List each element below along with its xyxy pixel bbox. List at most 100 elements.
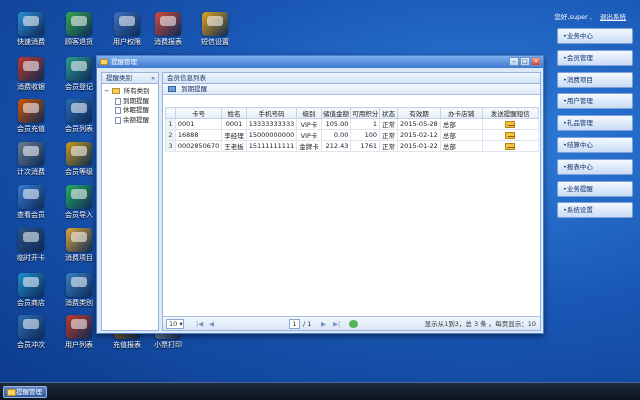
cell-shop: 总部 (439, 118, 483, 130)
grid-icon (168, 86, 176, 92)
tree-child-item[interactable]: 到期提醒 (104, 97, 156, 107)
first-page-button[interactable]: |◀ (196, 317, 203, 331)
column-header[interactable]: 状态 (379, 107, 399, 119)
cell-card: 16888 (174, 129, 223, 141)
right-menu-item[interactable]: •业务中心 (557, 28, 633, 44)
desktop-icon-label: 用户列表 (65, 341, 93, 349)
desktop-icon-label: 查看会员 (17, 211, 45, 219)
desktop-icon-label: 小票打印 (154, 341, 182, 349)
document-icon (115, 116, 121, 124)
column-header[interactable]: 卡号 (174, 107, 223, 119)
row-number: 3 (165, 140, 176, 152)
column-header[interactable]: 姓名 (221, 107, 247, 119)
right-menu-item[interactable]: •系统设置 (557, 202, 633, 219)
cell-shop: 总部 (439, 129, 483, 141)
desktop-icon-item[interactable]: 查看会员 (8, 185, 54, 220)
prev-page-button[interactable]: ◀ (209, 317, 214, 331)
right-menu: •业务中心 •会员管理 •消费项目 •用户管理 •礼品管理 •结算中心 •报表中心 •业务提醒… (557, 28, 633, 224)
minimize-button[interactable]: – (509, 57, 519, 66)
right-menu-item[interactable]: •消费项目 (557, 71, 633, 88)
send-sms-envelope-icon[interactable] (505, 131, 516, 139)
desktop-icon-item[interactable]: 顾客退货 (56, 12, 102, 47)
desktop-icon-item[interactable]: 会员冲次 (8, 315, 54, 350)
app-icon (18, 273, 44, 297)
table-row[interactable]: 1 0001 0001 13333333333 VIP卡 105.00 1 正常 2015-05… (165, 118, 539, 130)
logout-link[interactable]: 退出系统 (600, 13, 626, 21)
column-header[interactable]: 有效期 (397, 107, 441, 119)
send-sms-envelope-icon[interactable] (505, 142, 516, 150)
window-titlebar[interactable]: 提醒管理 – □ × (97, 56, 543, 68)
maximize-button[interactable]: □ (520, 57, 530, 66)
tree-child-item[interactable]: 余额提醒 (104, 116, 156, 126)
next-page-button[interactable]: ▶ (321, 317, 326, 331)
cell-level: VIP卡 (296, 129, 322, 141)
tree-root[interactable]: − 所有类别 (104, 87, 156, 97)
right-menu-item[interactable]: •用户管理 (557, 93, 633, 110)
close-button[interactable]: × (531, 57, 541, 66)
row-number-header (165, 107, 176, 119)
desktop-icon-item[interactable]: 计次消费 (8, 142, 54, 177)
cell-card: 0002850670 (174, 140, 223, 152)
send-sms-envelope-icon[interactable] (505, 120, 516, 128)
app-icon (18, 12, 44, 36)
desktop-icon-item[interactable]: 消费报表 (145, 12, 191, 47)
taskbar-item-reminder[interactable]: 提醒管理 (3, 386, 47, 398)
desktop-icon-label: 快速消费 (17, 38, 45, 46)
desktop-icon-item[interactable]: 临时开卡 (8, 228, 54, 263)
desktop-icon-item[interactable]: 用户权限 (104, 12, 150, 47)
cell-level: VIP卡 (296, 118, 322, 130)
desktop-icon-item[interactable]: 快速消费 (8, 12, 54, 47)
app-icon (202, 12, 228, 36)
window-folder-icon (100, 59, 108, 65)
desktop-icon-item[interactable]: 短信设置 (192, 12, 238, 47)
app-icon (66, 185, 92, 209)
member-list-title: 会员信息列表 (167, 74, 206, 82)
tree-child-label: 休眠提醒 (123, 106, 149, 114)
table-row[interactable]: 3 0002850670 王老板 15111111111 金牌卡 212.43 1761 正常… (165, 140, 539, 152)
column-header[interactable]: 发送提醒短信 (481, 107, 539, 119)
tree-expander: − (104, 87, 110, 95)
row-number: 1 (165, 118, 176, 130)
pager-info: 显示从1到3，总 3 条 。每页显示：10 (424, 320, 536, 328)
cell-phone: 13333333333 (245, 118, 298, 130)
table-row[interactable]: 2 16888 李经理 15000000000 VIP卡 0.00 100 正常 2015-02… (165, 129, 539, 141)
column-header[interactable]: 级别 (296, 107, 322, 119)
greeting-text: 您好,super , (554, 13, 592, 21)
desktop-icon-label: 短信设置 (201, 38, 229, 46)
cell-name: 李经理 (221, 129, 247, 141)
tree-child-item[interactable]: 休眠提醒 (104, 106, 156, 116)
app-icon (18, 57, 44, 81)
right-menu-item[interactable]: •报表中心 (557, 158, 633, 175)
app-icon (114, 12, 140, 36)
desktop-icon-label: 充值报表 (113, 341, 141, 349)
column-header[interactable]: 办卡店铺 (439, 107, 483, 119)
member-list-header: 会员信息列表 (163, 73, 540, 84)
cell-balance: 212.43 (320, 140, 352, 152)
desktop-icon-item[interactable]: 会员充值 (8, 99, 54, 134)
user-greeting-bar: 您好,super , 退出系统 (554, 11, 626, 21)
app-icon (18, 142, 44, 166)
cell-name: 0001 (221, 118, 247, 130)
cell-points: 100 (350, 129, 381, 141)
subtab-expiry[interactable]: 到期提醒 (163, 84, 540, 95)
right-menu-item[interactable]: •会员管理 (557, 49, 633, 66)
desktop-icon-item[interactable]: 消费收银 (8, 57, 54, 92)
page-size-select[interactable]: 10 ▾ (166, 319, 184, 329)
page-number-input[interactable]: 1 (289, 319, 300, 329)
subtab-label: 到期提醒 (181, 85, 208, 93)
cell-expiry: 2015-01-22 (397, 140, 441, 152)
column-header[interactable]: 可用积分 (350, 107, 381, 119)
refresh-icon[interactable] (349, 320, 358, 328)
last-page-button[interactable]: ▶| (333, 317, 340, 331)
right-menu-item[interactable]: •结算中心 (557, 136, 633, 153)
desktop-icon-label: 顾客退货 (65, 38, 93, 46)
app-icon (18, 315, 44, 339)
right-menu-item[interactable]: •业务提醒 (557, 180, 633, 197)
category-pane-title: 提醒类别 (106, 74, 132, 82)
column-header[interactable]: 储值金额 (320, 107, 352, 119)
document-icon (115, 107, 121, 114)
column-header[interactable]: 手机号码 (245, 107, 298, 119)
desktop-icon-item[interactable]: 会员商店 (8, 273, 54, 308)
collapse-icon[interactable]: « (151, 73, 155, 84)
right-menu-item[interactable]: •礼品管理 (557, 115, 633, 132)
